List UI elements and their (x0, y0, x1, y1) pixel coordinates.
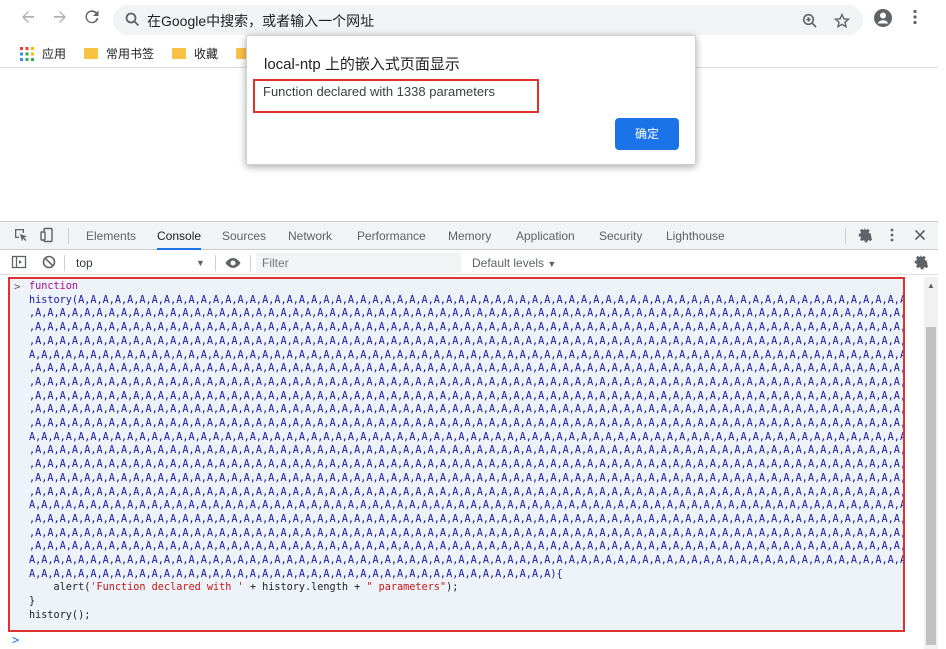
devtools-tab-bar: Elements Console Sources Network Perform… (0, 222, 946, 250)
tab-performance[interactable]: Performance (357, 222, 426, 250)
forward-arrow-icon[interactable] (48, 8, 72, 32)
menu-kebab-icon[interactable] (903, 8, 927, 32)
code-param-line: ,A,A,A,A,A,A,A,A,A,A,A,A,A,A,A,A,A,A,A,A… (29, 459, 903, 471)
code-param-line: ,A,A,A,A,A,A,A,A,A,A,A,A,A,A,A,A,A,A,A,A… (29, 322, 903, 334)
code-param-line: ,A,A,A,A,A,A,A,A,A,A,A,A,A,A,A,A,A,A,A,A… (29, 418, 903, 430)
scroll-up-arrow-icon[interactable]: ▲ (926, 281, 936, 291)
dropdown-arrow-icon: ▼ (547, 259, 557, 269)
apps-grid-icon (20, 46, 34, 61)
code-param-line: ,A,A,A,A,A,A,A,A,A,A,A,A,A,A,A,A,A,A,A,A… (29, 486, 903, 498)
bookmark-label: 常用书签 (106, 47, 155, 61)
devtools-panel: Elements Console Sources Network Perform… (0, 221, 946, 649)
search-icon (123, 10, 143, 30)
toolbar-separator (215, 255, 216, 271)
tab-application[interactable]: Application (516, 222, 575, 250)
tab-separator (68, 228, 69, 244)
omnibox-placeholder: 在Google中搜索，或者输入一个网址 (147, 13, 375, 29)
scroll-thumb[interactable] (926, 327, 936, 645)
reload-icon[interactable] (80, 8, 104, 32)
code-signature-end: A,A,A,A,A,A,A,A,A,A,A,A,A,A,A,A,A,A,A,A,… (29, 568, 563, 580)
code-param-line: ,A,A,A,A,A,A,A,A,A,A,A,A,A,A,A,A,A,A,A,A… (29, 335, 903, 347)
expand-chevron-icon[interactable]: > (14, 280, 21, 293)
bookmark-star-icon[interactable] (833, 12, 851, 30)
alert-dialog: local-ntp 上的嵌入式页面显示 Function declared wi… (246, 35, 696, 165)
ok-button[interactable]: 确定 (615, 118, 679, 150)
device-toggle-icon[interactable] (38, 227, 56, 245)
console-settings-gear-icon[interactable] (912, 254, 930, 272)
code-param-line: A,A,A,A,A,A,A,A,A,A,A,A,A,A,A,A,A,A,A,A,… (29, 349, 903, 361)
zoom-icon[interactable] (801, 12, 819, 30)
code-alert-prefix: alert( (29, 582, 91, 594)
code-param-line: ,A,A,A,A,A,A,A,A,A,A,A,A,A,A,A,A,A,A,A,A… (29, 527, 903, 539)
inspect-element-icon[interactable] (12, 227, 30, 245)
filter-input[interactable] (256, 253, 461, 273)
code-param-line: ,A,A,A,A,A,A,A,A,A,A,A,A,A,A,A,A,A,A,A,A… (29, 390, 903, 402)
bookmark-label: 应用 (42, 47, 67, 61)
console-output[interactable]: > function history(A,A,A,A,A,A,A,A,A,A,A… (8, 277, 905, 632)
code-param-line: ,A,A,A,A,A,A,A,A,A,A,A,A,A,A,A,A,A,A,A,A… (29, 445, 903, 457)
code-alert-suffix: ); (446, 582, 459, 594)
dropdown-arrow-icon: ▼ (196, 258, 205, 268)
sidebar-toggle-icon[interactable] (10, 254, 28, 272)
code-call: history(); (29, 609, 91, 621)
code-param-line: ,A,A,A,A,A,A,A,A,A,A,A,A,A,A,A,A,A,A,A,A… (29, 308, 903, 320)
tab-sources[interactable]: Sources (222, 222, 266, 250)
eye-icon[interactable] (224, 254, 242, 272)
dialog-message: Function declared with 1338 parameters (263, 84, 495, 99)
bookmark-common[interactable]: 常用书签 (84, 44, 154, 64)
log-levels-dropdown[interactable]: Default levels ▼ (472, 254, 556, 273)
close-icon[interactable] (911, 227, 929, 245)
dialog-title: local-ntp 上的嵌入式页面显示 (264, 56, 460, 73)
console-code: function history(A,A,A,A,A,A,A,A,A,A,A,A… (29, 280, 903, 623)
folder-icon (172, 48, 186, 60)
levels-label: Default levels (472, 256, 545, 270)
console-toolbar: top ▼ Default levels ▼ (0, 251, 946, 275)
tab-security[interactable]: Security (599, 222, 642, 250)
back-arrow-icon[interactable] (16, 8, 40, 32)
bookmark-favorites[interactable]: 收藏 (172, 44, 218, 64)
code-alert-string: " parameters" (366, 582, 447, 594)
code-param-line: ,A,A,A,A,A,A,A,A,A,A,A,A,A,A,A,A,A,A,A,A… (29, 404, 903, 416)
context-selector[interactable]: top ▼ (70, 254, 210, 272)
code-param-line: ,A,A,A,A,A,A,A,A,A,A,A,A,A,A,A,A,A,A,A,A… (29, 376, 903, 388)
code-close-brace: } (29, 596, 36, 608)
code-param-line: ,A,A,A,A,A,A,A,A,A,A,A,A,A,A,A,A,A,A,A,A… (29, 541, 903, 553)
console-input-prompt-icon[interactable]: > (12, 633, 19, 647)
settings-gear-icon[interactable] (856, 227, 874, 245)
tab-separator (845, 228, 846, 244)
code-param-line: ,A,A,A,A,A,A,A,A,A,A,A,A,A,A,A,A,A,A,A,A… (29, 363, 903, 375)
tab-console[interactable]: Console (157, 222, 202, 250)
bookmark-label: 收藏 (194, 47, 219, 61)
code-param-line: A,A,A,A,A,A,A,A,A,A,A,A,A,A,A,A,A,A,A,A,… (29, 555, 903, 567)
window-edge (938, 0, 946, 648)
tab-network[interactable]: Network (288, 222, 332, 250)
code-param-line: ,A,A,A,A,A,A,A,A,A,A,A,A,A,A,A,A,A,A,A,A… (29, 472, 903, 484)
console-scrollbar[interactable]: ▲ (924, 277, 938, 649)
toolbar-separator (64, 255, 65, 271)
profile-avatar-icon[interactable] (871, 8, 895, 32)
folder-icon (84, 48, 98, 60)
context-value: top (76, 256, 93, 270)
code-keyword: function (29, 281, 79, 292)
browser-toolbar: 在Google中搜索，或者输入一个网址 (0, 0, 946, 40)
omnibox[interactable]: 在Google中搜索，或者输入一个网址 (113, 5, 863, 35)
bookmark-apps[interactable]: 应用 (20, 44, 66, 64)
code-alert-mid: + history.length + (243, 582, 367, 594)
code-alert-string: 'Function declared with ' (90, 582, 244, 594)
devtools-menu-icon[interactable] (883, 227, 901, 245)
code-param-line: A,A,A,A,A,A,A,A,A,A,A,A,A,A,A,A,A,A,A,A,… (29, 431, 903, 443)
tab-elements[interactable]: Elements (86, 222, 136, 250)
tab-memory[interactable]: Memory (448, 222, 491, 250)
code-param-line: A,A,A,A,A,A,A,A,A,A,A,A,A,A,A,A,A,A,A,A,… (29, 500, 903, 512)
code-signature-start: history(A,A,A,A,A,A,A,A,A,A,A,A,A,A,A,A,… (29, 294, 903, 306)
clear-console-icon[interactable] (40, 254, 58, 272)
toolbar-separator (250, 255, 251, 271)
tab-lighthouse[interactable]: Lighthouse (666, 222, 725, 250)
code-param-line: ,A,A,A,A,A,A,A,A,A,A,A,A,A,A,A,A,A,A,A,A… (29, 513, 903, 525)
